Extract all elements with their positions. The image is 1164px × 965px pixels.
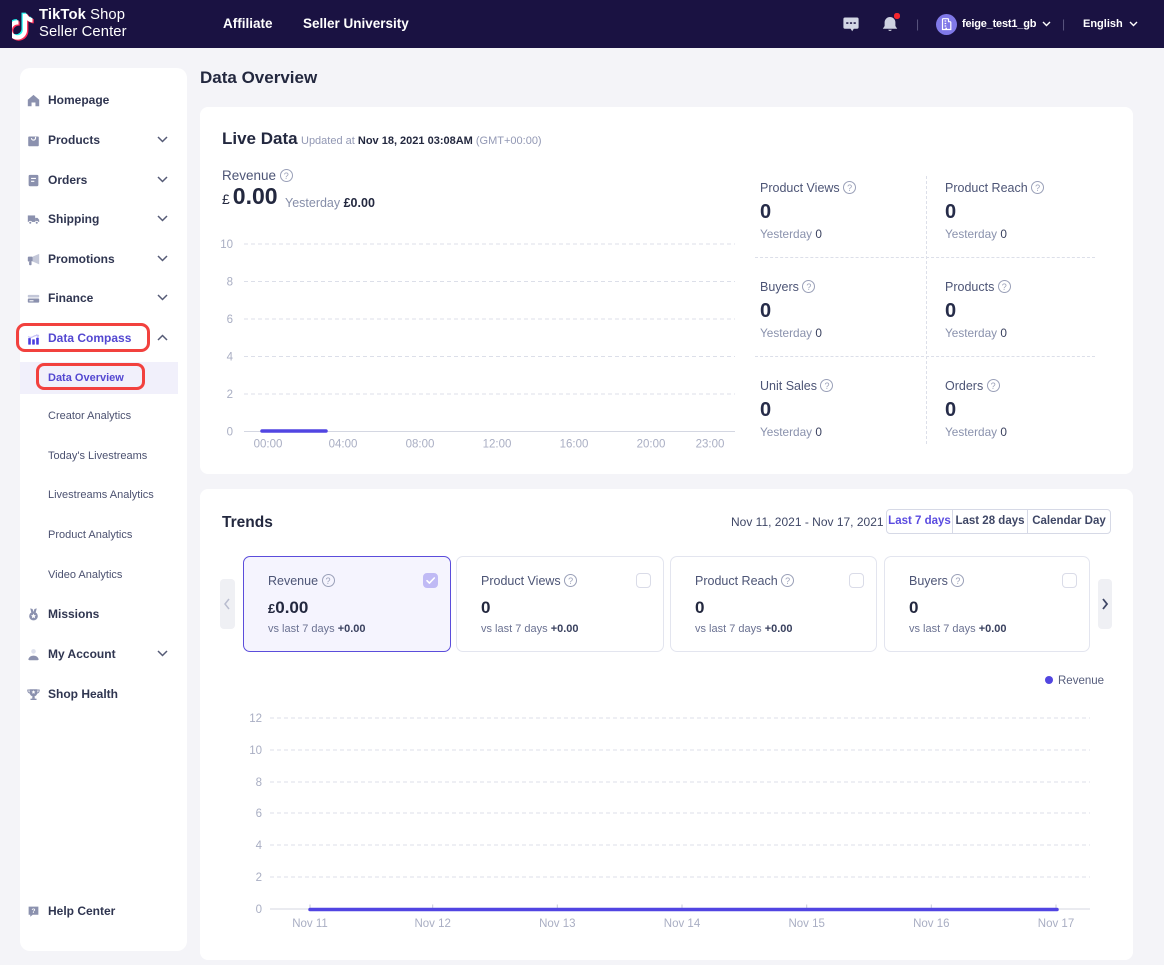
svg-text:2: 2: [256, 872, 262, 884]
svg-text:6: 6: [256, 808, 262, 820]
svg-text:Nov 15: Nov 15: [788, 918, 824, 930]
svg-text:Nov 12: Nov 12: [414, 918, 450, 930]
svg-text:08:00: 08:00: [406, 439, 435, 451]
svg-text:04:00: 04:00: [329, 439, 358, 451]
svg-text:Nov 14: Nov 14: [664, 918, 701, 930]
svg-text:Nov 17: Nov 17: [1038, 918, 1074, 930]
svg-text:2: 2: [227, 389, 233, 401]
svg-text:6: 6: [227, 314, 233, 326]
svg-text:4: 4: [256, 840, 263, 852]
svg-text:12: 12: [249, 713, 262, 725]
svg-text:0: 0: [227, 427, 233, 439]
svg-text:4: 4: [227, 352, 234, 364]
svg-text:Nov 11: Nov 11: [292, 918, 328, 930]
svg-text:Nov 16: Nov 16: [913, 918, 949, 930]
svg-text:23:00: 23:00: [696, 439, 725, 451]
svg-text:20:00: 20:00: [637, 439, 666, 451]
svg-text:00:00: 00:00: [254, 439, 283, 451]
svg-text:12:00: 12:00: [483, 439, 512, 451]
svg-text:0: 0: [256, 904, 262, 916]
svg-text:10: 10: [249, 745, 262, 757]
svg-text:10: 10: [220, 239, 233, 251]
svg-text:8: 8: [227, 277, 233, 289]
svg-text:Nov 13: Nov 13: [539, 918, 575, 930]
svg-text:?: ?: [32, 908, 36, 915]
svg-text:16:00: 16:00: [560, 439, 589, 451]
svg-text:8: 8: [256, 777, 262, 789]
